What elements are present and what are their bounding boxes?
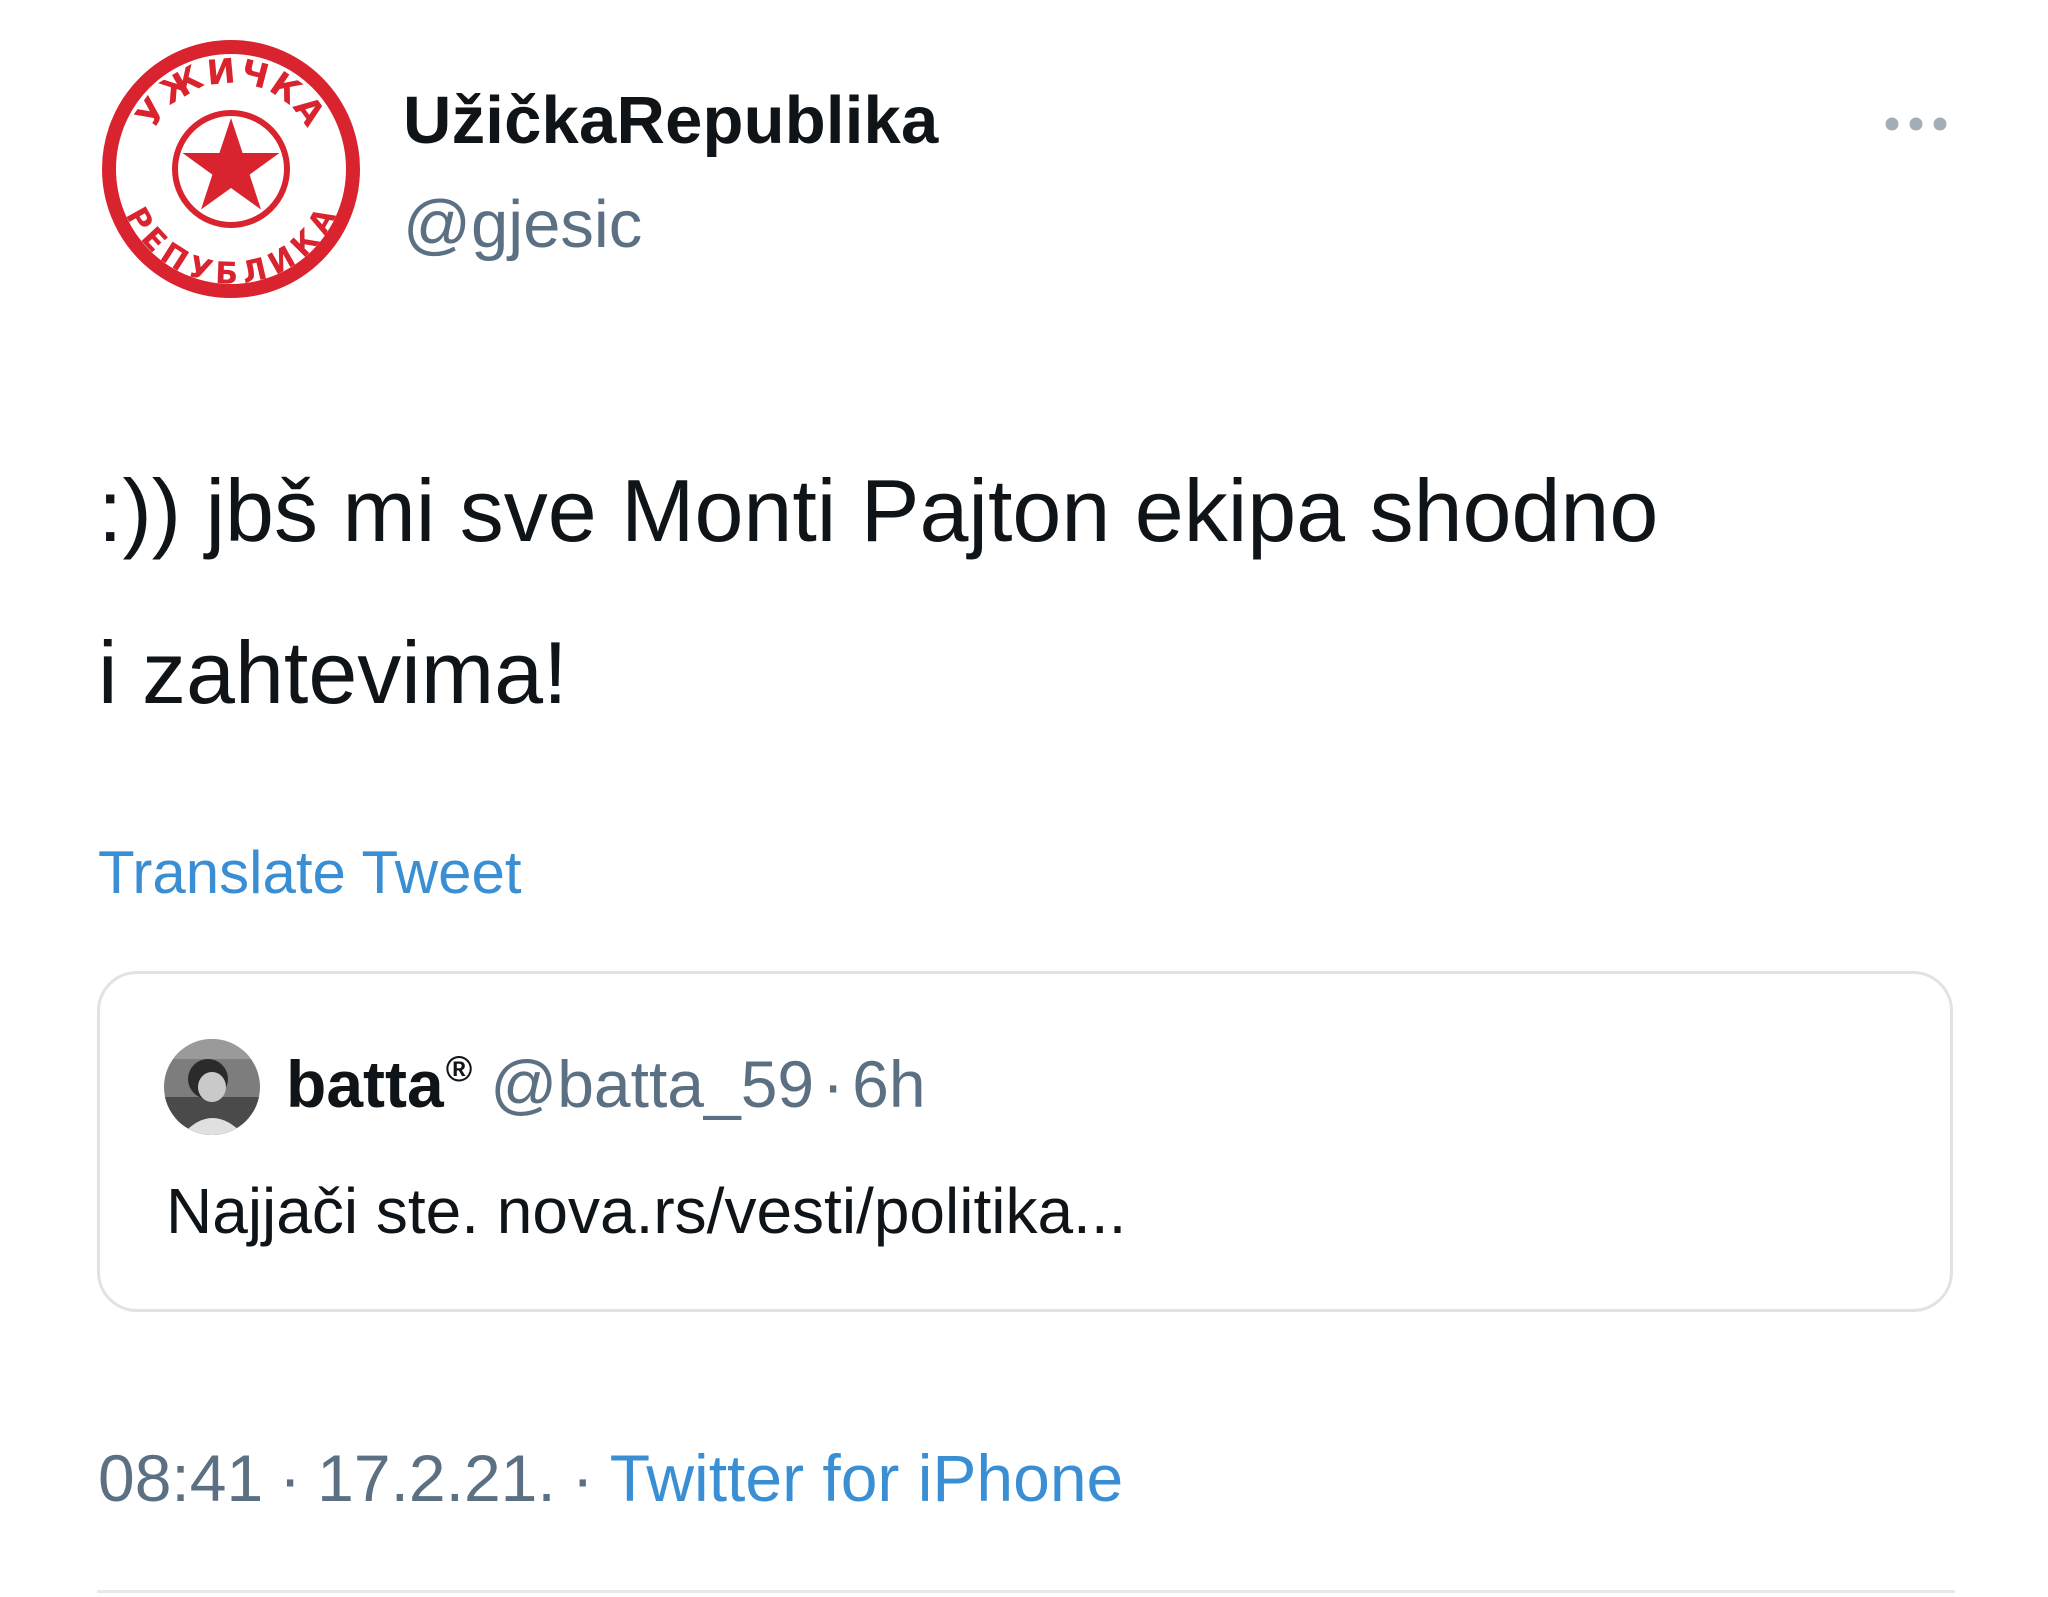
tweet-time: 08:41 [98, 1441, 264, 1515]
quoted-author-name[interactable]: batta [286, 1047, 444, 1121]
more-options-button[interactable] [1876, 100, 1956, 148]
meta-separator: · [571, 1441, 594, 1515]
quoted-tweet-time: 6h [852, 1047, 926, 1121]
quoted-tweet-header: batta® @batta_59 · 6h [286, 1046, 926, 1122]
tweet-meta: 08:41 · 17.2.21. · Twitter for iPhone [98, 1440, 1123, 1516]
author-display-name[interactable]: UžičkaRepublika [403, 82, 938, 159]
divider [97, 1590, 1955, 1593]
quoted-author-avatar[interactable] [164, 1039, 260, 1135]
quoted-author-handle[interactable]: @batta_59 [490, 1047, 814, 1121]
quoted-tweet-text: Najjači ste. nova.rs/vesti/politika... [166, 1175, 1127, 1247]
translate-tweet-link[interactable]: Translate Tweet [98, 838, 522, 907]
author-handle[interactable]: @gjesic [403, 186, 642, 263]
registered-badge: ® [445, 1048, 473, 1089]
quoted-separator: · [822, 1047, 845, 1121]
author-avatar[interactable]: УЖИЧКА РЕПУБЛИКА [100, 38, 362, 300]
meta-separator: · [279, 1441, 302, 1515]
tweet-source-link[interactable]: Twitter for iPhone [610, 1441, 1124, 1515]
user-photo-avatar [164, 1039, 260, 1135]
quoted-tweet-card[interactable]: batta® @batta_59 · 6h Najjači ste. nova.rs/… [97, 971, 1953, 1312]
red-star-seal-icon: УЖИЧКА РЕПУБЛИКА [102, 40, 360, 298]
tweet-date: 17.2.21. [317, 1441, 556, 1515]
more-horizontal-icon [1885, 117, 1947, 131]
tweet-detail-view: УЖИЧКА РЕПУБЛИКА UžičkaRepublika @gjesic… [0, 0, 2048, 1597]
tweet-text: :)) jbš mi sve Monti Pajton ekipa shodno… [98, 461, 1659, 722]
